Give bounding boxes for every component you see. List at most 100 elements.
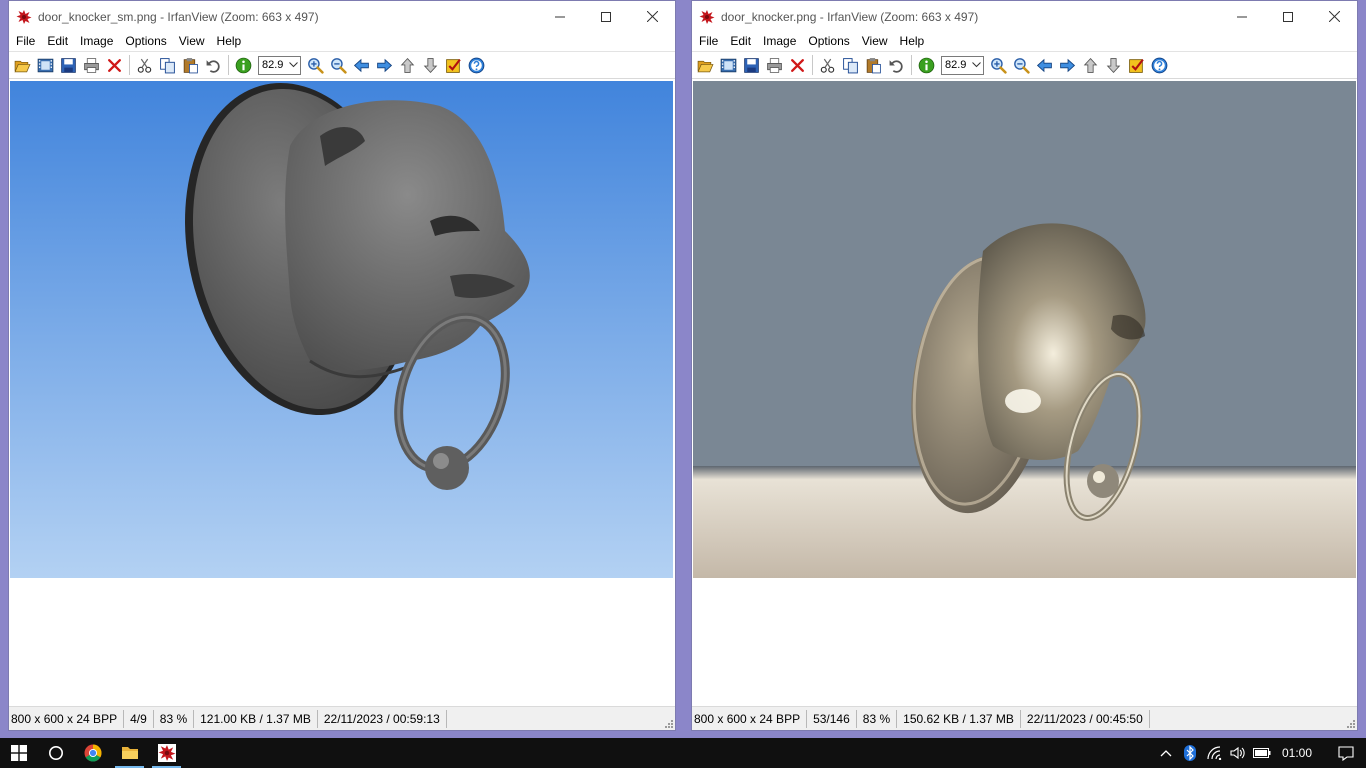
title-bar[interactable]: door_knocker_sm.png - IrfanView (Zoom: 6…: [9, 1, 675, 32]
last-button[interactable]: [1102, 54, 1125, 76]
print-button[interactable]: [80, 54, 103, 76]
zoom-out-button[interactable]: [327, 54, 350, 76]
maximize-button[interactable]: [1265, 1, 1311, 32]
paste-button[interactable]: [862, 54, 885, 76]
save-button[interactable]: [57, 54, 80, 76]
irfanview-app-icon: [699, 9, 715, 25]
close-icon: [1328, 11, 1340, 22]
menu-file[interactable]: File: [10, 32, 41, 51]
cut-icon: [136, 57, 153, 74]
menu-edit[interactable]: Edit: [724, 32, 757, 51]
irfanview-window-right[interactable]: door_knocker.png - IrfanView (Zoom: 663 …: [691, 0, 1358, 731]
menu-options[interactable]: Options: [119, 32, 172, 51]
previous-button[interactable]: [350, 54, 373, 76]
previous-button[interactable]: [1033, 54, 1056, 76]
next-icon: [1059, 57, 1076, 74]
menu-view[interactable]: View: [173, 32, 211, 51]
help-button[interactable]: [1148, 54, 1171, 76]
show-hidden-icons-button[interactable]: [1154, 738, 1178, 768]
network-tray[interactable]: [1202, 738, 1226, 768]
volume-tray[interactable]: [1226, 738, 1250, 768]
status-dimensions: 800 x 600 x 24 BPP: [9, 709, 125, 728]
last-button[interactable]: [419, 54, 442, 76]
info-button[interactable]: [232, 54, 255, 76]
taskbar-chrome[interactable]: [74, 738, 111, 768]
copy-button[interactable]: [839, 54, 862, 76]
toolbar: 82.9: [9, 51, 675, 79]
info-button[interactable]: [915, 54, 938, 76]
cut-button[interactable]: [133, 54, 156, 76]
menu-help[interactable]: Help: [211, 32, 248, 51]
slideshow-button[interactable]: [34, 54, 57, 76]
first-button[interactable]: [1079, 54, 1102, 76]
settings-button[interactable]: [442, 54, 465, 76]
cut-icon: [819, 57, 836, 74]
help-icon: [1151, 57, 1168, 74]
menu-image[interactable]: Image: [757, 32, 802, 51]
slideshow-button[interactable]: [717, 54, 740, 76]
zoom-value: 82.9: [262, 59, 284, 71]
first-button[interactable]: [396, 54, 419, 76]
cut-button[interactable]: [816, 54, 839, 76]
menu-file[interactable]: File: [693, 32, 724, 51]
save-button[interactable]: [740, 54, 763, 76]
door-knocker-render-image: [10, 81, 673, 578]
next-button[interactable]: [1056, 54, 1079, 76]
status-filesize: 150.62 KB / 1.37 MB: [901, 709, 1021, 728]
irfanview-window-left[interactable]: door_knocker_sm.png - IrfanView (Zoom: 6…: [8, 0, 676, 731]
search-button[interactable]: [37, 738, 74, 768]
irfanview-icon: [158, 744, 176, 762]
undo-button[interactable]: [202, 54, 225, 76]
menu-help[interactable]: Help: [894, 32, 931, 51]
resize-grip-icon[interactable]: [663, 718, 673, 728]
zoom-out-icon: [1013, 57, 1030, 74]
taskbar-irfanview[interactable]: [148, 738, 185, 768]
open-button[interactable]: [11, 54, 34, 76]
zoom-select[interactable]: 82.9: [258, 55, 301, 75]
copy-button[interactable]: [156, 54, 179, 76]
status-dimensions: 800 x 600 x 24 BPP: [692, 709, 808, 728]
zoom-in-button[interactable]: [304, 54, 327, 76]
menu-edit[interactable]: Edit: [41, 32, 74, 51]
undo-button[interactable]: [885, 54, 908, 76]
paste-button[interactable]: [179, 54, 202, 76]
open-button[interactable]: [694, 54, 717, 76]
title-bar[interactable]: door_knocker.png - IrfanView (Zoom: 663 …: [692, 1, 1357, 32]
image-viewport[interactable]: [10, 81, 674, 706]
resize-grip-icon[interactable]: [1345, 718, 1355, 728]
taskbar-clock[interactable]: 01:00: [1274, 746, 1326, 760]
delete-button[interactable]: [103, 54, 126, 76]
info-icon: [235, 57, 252, 74]
help-button[interactable]: [465, 54, 488, 76]
toolbar-separator: [812, 55, 813, 75]
delete-button[interactable]: [786, 54, 809, 76]
windows-start-icon: [10, 745, 27, 761]
image-viewport[interactable]: [693, 81, 1356, 706]
battery-tray[interactable]: [1250, 738, 1274, 768]
menu-view[interactable]: View: [856, 32, 894, 51]
maximize-button[interactable]: [583, 1, 629, 32]
close-button[interactable]: [1311, 1, 1357, 32]
search-circle-icon: [48, 746, 63, 760]
zoom-out-button[interactable]: [1010, 54, 1033, 76]
minimize-button[interactable]: [1219, 1, 1265, 32]
next-button[interactable]: [373, 54, 396, 76]
close-button[interactable]: [629, 1, 675, 32]
taskbar-file-explorer[interactable]: [111, 738, 148, 768]
chevron-up-icon: [1160, 750, 1172, 757]
print-button[interactable]: [763, 54, 786, 76]
last-icon: [1105, 57, 1122, 74]
minimize-button[interactable]: [537, 1, 583, 32]
bluetooth-tray[interactable]: [1178, 738, 1202, 768]
print-icon: [766, 57, 783, 74]
zoom-select[interactable]: 82.9: [941, 55, 984, 75]
taskbar: 01:00: [0, 738, 1366, 768]
settings-button[interactable]: [1125, 54, 1148, 76]
menu-image[interactable]: Image: [74, 32, 119, 51]
maximize-icon: [1283, 11, 1293, 22]
first-icon: [1082, 57, 1099, 74]
action-center-button[interactable]: [1326, 738, 1366, 768]
start-button[interactable]: [0, 738, 37, 768]
menu-options[interactable]: Options: [802, 32, 855, 51]
zoom-in-button[interactable]: [987, 54, 1010, 76]
